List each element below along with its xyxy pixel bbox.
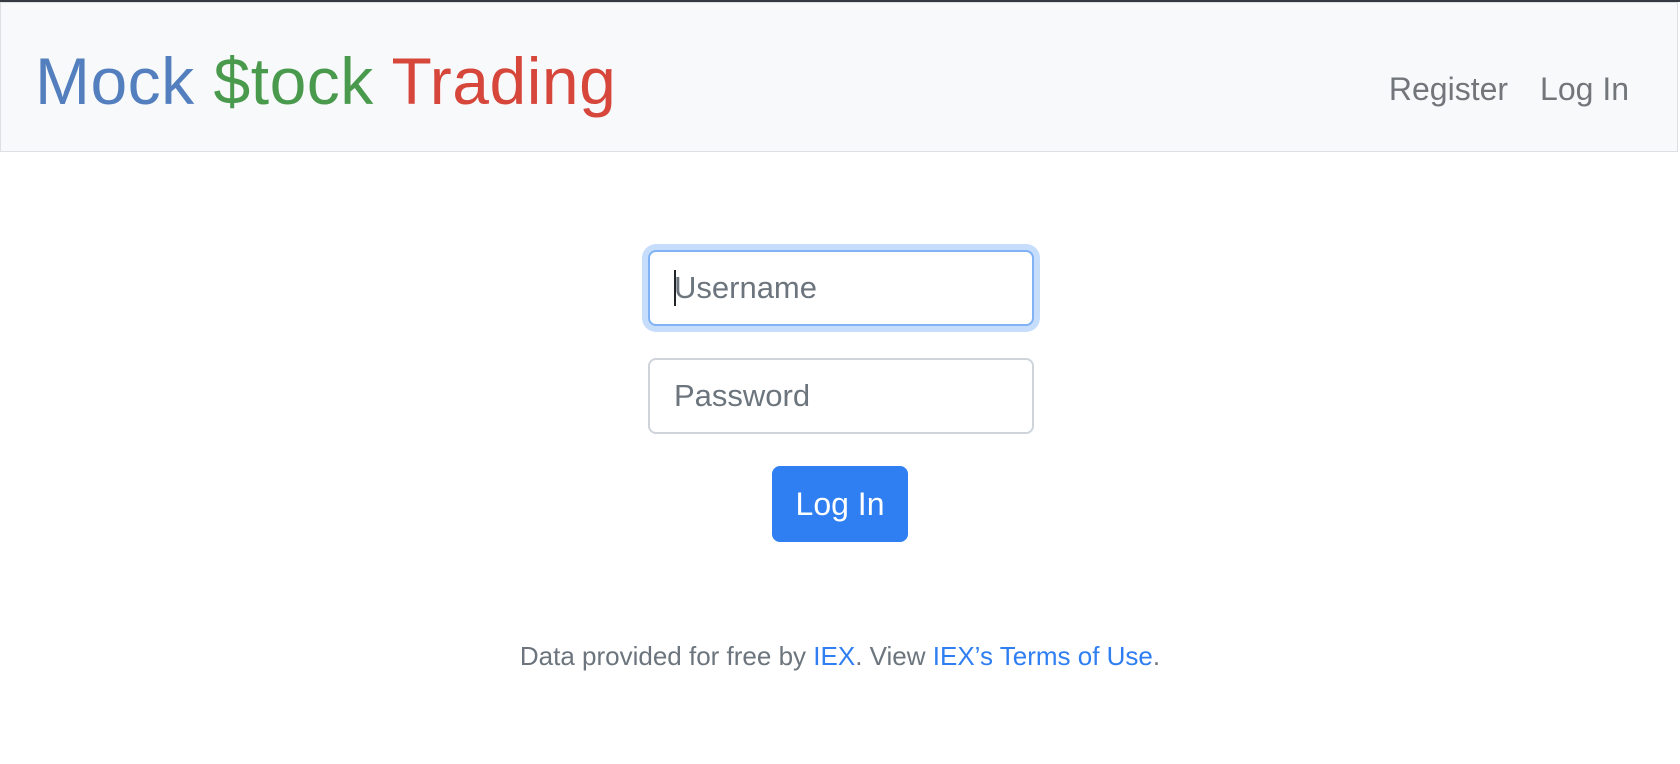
- footer-text-prefix: Data provided for free by: [519, 641, 807, 671]
- footer-attribution: Data provided for free by IEX. View IEX’…: [0, 636, 1680, 676]
- brand-logo[interactable]: Mock $tock Trading: [35, 41, 616, 121]
- text-caret: [674, 270, 676, 306]
- password-input[interactable]: [648, 358, 1034, 434]
- login-button[interactable]: Log In: [772, 466, 908, 542]
- brand-word-trading: Trading: [391, 44, 617, 118]
- brand-word-stock: $tock: [213, 44, 374, 118]
- brand-word-mock: Mock: [35, 44, 195, 118]
- login-link[interactable]: Log In: [1540, 65, 1629, 113]
- iex-terms-link[interactable]: IEX’s Terms of Use: [933, 641, 1153, 671]
- username-input[interactable]: [648, 250, 1034, 326]
- navbar: Mock $tock Trading Register Log In: [0, 2, 1678, 152]
- nav-links: Register Log In: [1389, 65, 1629, 113]
- register-link[interactable]: Register: [1389, 65, 1508, 113]
- iex-link[interactable]: IEX: [813, 641, 855, 671]
- footer-text-middle: . View: [855, 641, 926, 671]
- footer-text-suffix: .: [1152, 641, 1161, 671]
